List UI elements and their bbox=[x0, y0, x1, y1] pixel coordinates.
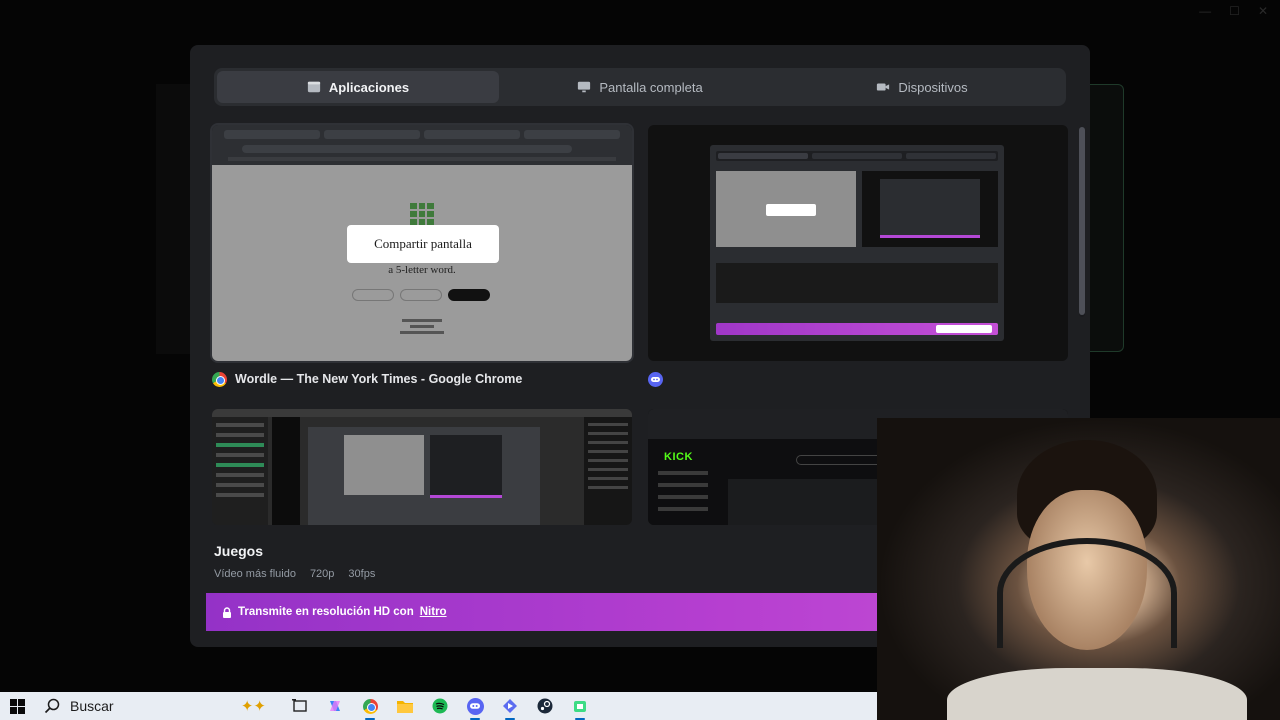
quality-fps[interactable]: 30fps bbox=[348, 568, 375, 580]
source-thumbnail[interactable]: Compartir pantalla a 5-letter word. bbox=[210, 123, 634, 363]
spotify-icon[interactable] bbox=[428, 694, 452, 718]
wordle-buttons bbox=[352, 289, 490, 301]
quality-resolution[interactable]: 720p bbox=[310, 568, 334, 580]
camera-icon bbox=[877, 83, 890, 91]
tab-applications[interactable]: Aplicaciones bbox=[217, 71, 499, 103]
discord-icon[interactable] bbox=[463, 694, 487, 720]
search-placeholder: Buscar bbox=[70, 698, 114, 714]
taskbar-search[interactable]: Buscar ✦✦ bbox=[34, 692, 270, 720]
quality-meta: Vídeo más fluido 720p 30fps bbox=[214, 568, 375, 580]
quality-section: Juegos Vídeo más fluido 720p 30fps bbox=[214, 543, 375, 580]
source-thumbnail[interactable] bbox=[648, 125, 1068, 361]
background-window bbox=[156, 84, 192, 354]
source-tabs: Aplicaciones Pantalla completa Dispositi… bbox=[214, 68, 1066, 106]
search-icon bbox=[44, 698, 60, 714]
source-thumbnail[interactable] bbox=[212, 409, 632, 525]
wordle-tagline: a 5-letter word. bbox=[388, 264, 456, 276]
windows-start-icon[interactable] bbox=[0, 692, 34, 720]
window-controls: — ☐ ✕ bbox=[1199, 4, 1268, 18]
quality-desc: Vídeo más fluido bbox=[214, 568, 296, 580]
taskbar-icons bbox=[288, 694, 592, 720]
source-card-obs[interactable] bbox=[212, 409, 632, 525]
browser-chrome bbox=[212, 125, 632, 165]
discord-preview bbox=[710, 145, 1004, 341]
file-explorer-icon[interactable] bbox=[393, 694, 417, 718]
chrome-icon[interactable] bbox=[358, 694, 382, 720]
wordle-footer bbox=[212, 319, 632, 334]
chrome-icon bbox=[212, 371, 227, 387]
steam-icon[interactable] bbox=[533, 694, 557, 718]
copilot-icon[interactable] bbox=[323, 694, 347, 718]
close-icon[interactable]: ✕ bbox=[1258, 4, 1268, 18]
monitor-icon bbox=[578, 81, 591, 93]
window-icon bbox=[307, 81, 321, 93]
share-screen-button[interactable]: Compartir pantalla bbox=[347, 225, 499, 263]
source-card-discord[interactable] bbox=[648, 125, 1068, 387]
lock-icon bbox=[223, 606, 231, 618]
source-label: Wordle — The New York Times - Google Chr… bbox=[212, 371, 632, 387]
obs-window bbox=[212, 409, 632, 525]
tab-full-screen[interactable]: Pantalla completa bbox=[499, 71, 781, 103]
webcam-overlay bbox=[877, 418, 1280, 720]
taskbar: Buscar ✦✦ bbox=[0, 692, 877, 720]
kick-logo: KICK bbox=[664, 451, 693, 463]
discord-icon bbox=[648, 371, 663, 387]
background-window bbox=[1088, 84, 1124, 352]
nitro-text: Transmite en resolución HD con bbox=[238, 606, 414, 618]
wordle-logo-icon bbox=[410, 203, 434, 225]
tab-label: Dispositivos bbox=[898, 79, 968, 95]
tab-devices[interactable]: Dispositivos bbox=[781, 71, 1063, 103]
source-title: Wordle — The New York Times - Google Chr… bbox=[235, 372, 523, 386]
nitro-link[interactable]: Nitro bbox=[420, 606, 447, 618]
tab-label: Aplicaciones bbox=[328, 79, 410, 95]
android-emulator-icon[interactable] bbox=[568, 694, 592, 720]
tab-label: Pantalla completa bbox=[599, 79, 703, 95]
source-card-wordle[interactable]: Compartir pantalla a 5-letter word. Word… bbox=[210, 123, 634, 387]
minimize-icon[interactable]: — bbox=[1199, 4, 1211, 18]
task-view-icon[interactable] bbox=[288, 694, 312, 718]
source-label bbox=[648, 371, 1068, 387]
quality-title: Juegos bbox=[214, 543, 264, 559]
maximize-icon[interactable]: ☐ bbox=[1229, 4, 1240, 18]
scrollbar[interactable] bbox=[1079, 127, 1085, 317]
sparkle-icon: ✦✦ bbox=[240, 698, 266, 715]
streamlabs-icon[interactable] bbox=[498, 694, 522, 720]
